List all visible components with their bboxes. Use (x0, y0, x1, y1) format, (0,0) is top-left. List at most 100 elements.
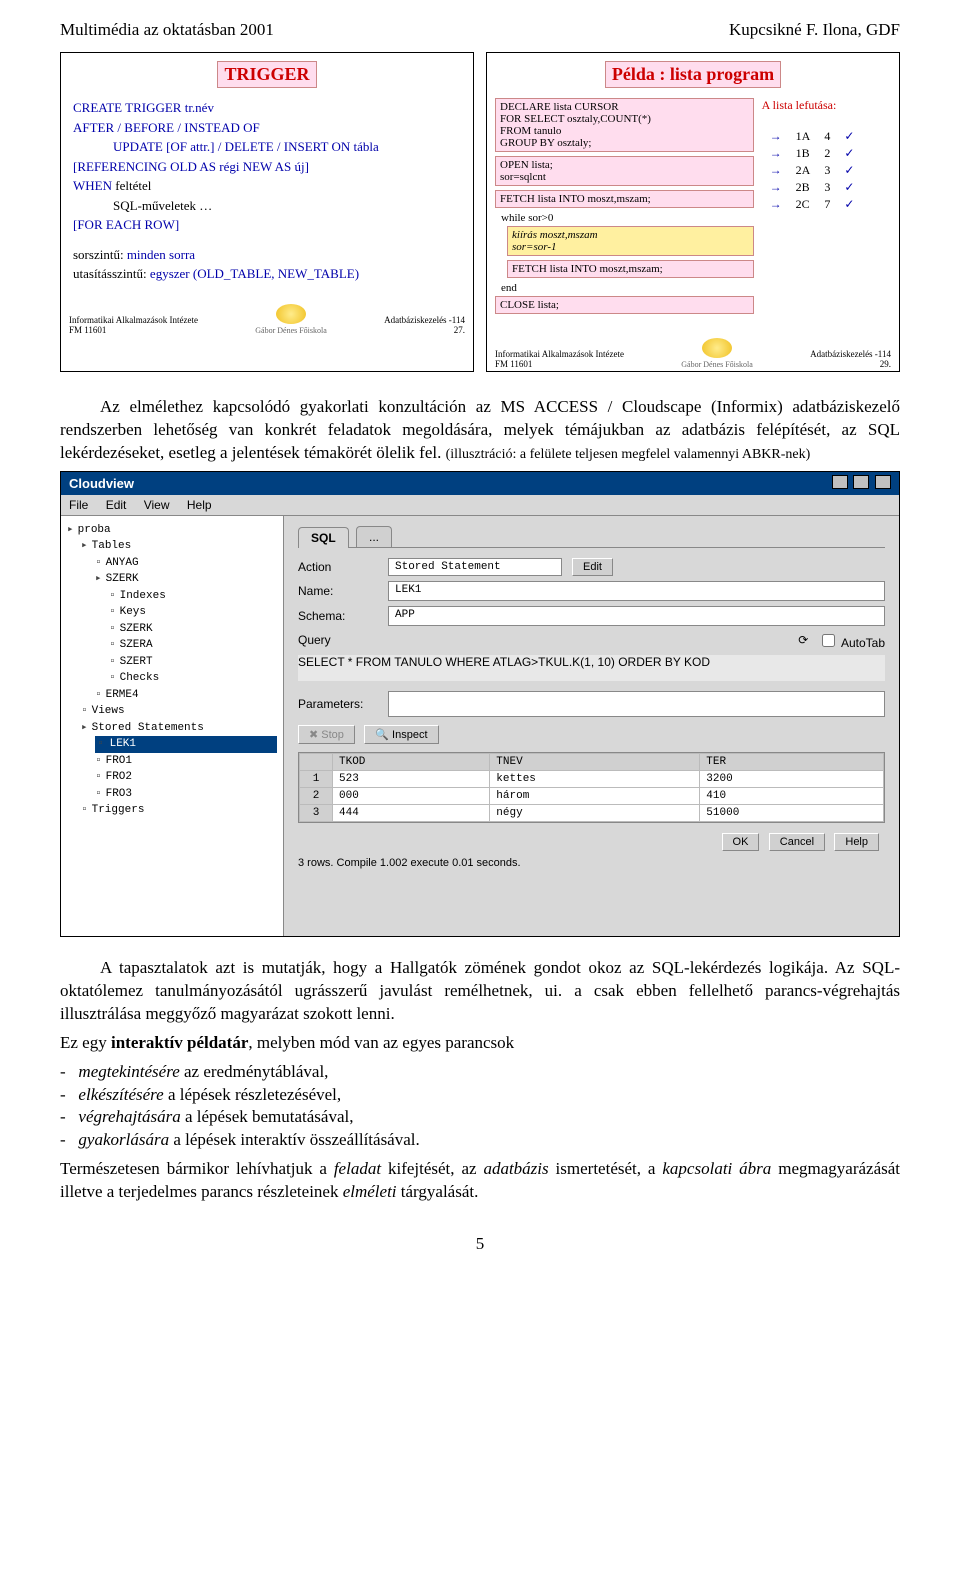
table-row[interactable]: 3444négy51000 (300, 804, 884, 821)
tree-node[interactable]: FRO1 (95, 753, 277, 770)
s2-c2: OPEN lista; sor=sqlcnt (495, 156, 754, 186)
action-label: Action (298, 560, 388, 574)
s2-r4k: 2C (790, 197, 817, 212)
s1-footm: Gábor Dénes Főiskola (255, 326, 327, 335)
check-icon: ✓ (838, 180, 860, 195)
gdf-logo-icon (276, 304, 306, 324)
s1-footr1: Adatbáziskezelés -114 (384, 315, 465, 325)
inspect-label: Inspect (392, 729, 427, 741)
slide1-title: TRIGGER (217, 61, 316, 88)
p4b: feladat (334, 1159, 381, 1178)
slide2-title: Példa : lista program (605, 61, 781, 88)
s2-c3: FETCH lista INTO moszt,mszam; (495, 190, 754, 208)
tree-node[interactable]: Tables (81, 538, 277, 555)
list-item: - megtekintésére az eredménytáblával, (60, 1061, 900, 1084)
list-item: - gyakorlására a lépések interaktív össz… (60, 1129, 900, 1152)
tree-node[interactable]: FRO3 (95, 786, 277, 803)
tree-node[interactable]: Indexes (109, 588, 277, 605)
table-row[interactable]: 1523kettes3200 (300, 770, 884, 787)
s2-r4v: 7 (818, 197, 836, 212)
tree-node[interactable]: Checks (109, 670, 277, 687)
tree-node[interactable]: Keys (109, 604, 277, 621)
s2-footr1: Adatbáziskezelés -114 (810, 349, 891, 359)
slide2-code: DECLARE lista CURSOR FOR SELECT osztaly,… (495, 98, 754, 318)
tree-node[interactable]: SZERA (109, 637, 277, 654)
s2-footr2: 29. (810, 359, 891, 369)
cell: 1 (300, 770, 333, 787)
window-buttons (830, 475, 891, 492)
tree-node[interactable]: SZERK (109, 621, 277, 638)
arrow-icon: → (764, 197, 788, 212)
header-right: Kupcsikné F. Ilona, GDF (729, 20, 900, 40)
cancel-button[interactable]: Cancel (769, 833, 825, 851)
menu-view[interactable]: View (144, 498, 170, 512)
params-field[interactable] (388, 691, 885, 717)
tree-node[interactable]: Views (81, 703, 277, 720)
p3c: , melyben mód van az egyes parancsok (248, 1033, 514, 1052)
ok-button[interactable]: OK (722, 833, 760, 851)
tree-node[interactable]: Triggers (81, 802, 277, 819)
arrow-icon: → (764, 146, 788, 161)
grid-col-2[interactable]: TNEV (490, 753, 700, 770)
tab-sql[interactable]: SQL (298, 527, 349, 548)
p3b: interaktív példatár (111, 1033, 248, 1052)
tree-node[interactable]: Stored Statements (81, 720, 277, 737)
tree-node[interactable]: SZERT (109, 654, 277, 671)
s2-footl1: Informatikai Alkalmazások Intézete (495, 349, 624, 359)
grid-col-1[interactable]: TKOD (333, 753, 490, 770)
inspect-button[interactable]: 🔍 Inspect (364, 725, 438, 744)
check-icon: ✓ (838, 146, 860, 161)
minimize-icon[interactable] (832, 475, 848, 489)
grid-col-3[interactable]: TER (700, 753, 884, 770)
slide2-foot-right: Adatbáziskezelés -114 29. (810, 349, 891, 369)
query-text[interactable]: SELECT * FROM TANULO WHERE ATLAG>TKUL.K(… (298, 655, 885, 681)
cell: 410 (700, 787, 884, 804)
query-label: Query (298, 633, 388, 647)
name-field[interactable]: LEK1 (388, 581, 885, 601)
slide2-foot-mid: Gábor Dénes Főiskola (681, 338, 753, 369)
menu-help[interactable]: Help (187, 498, 212, 512)
cell: 000 (333, 787, 490, 804)
cell: három (490, 787, 700, 804)
tree-node[interactable]: ANYAG (95, 555, 277, 572)
slide2-result: A lista lefutása: →1A4✓ →1B2✓ →2A3✓ →2B3… (762, 98, 891, 318)
close-icon[interactable] (875, 475, 891, 489)
p4i: tárgyalását. (397, 1182, 479, 1201)
status-line: 3 rows. Compile 1.002 execute 0.01 secon… (298, 857, 885, 869)
s1-footl2: FM 11601 (69, 325, 198, 335)
tree-node[interactable]: LEK1 (95, 736, 277, 753)
name-label: Name: (298, 584, 388, 598)
tree-panel[interactable]: probaTablesANYAGSZERKIndexesKeysSZERKSZE… (61, 516, 284, 936)
slide1-footer: Informatikai Alkalmazások Intézete FM 11… (69, 304, 465, 335)
tree-node[interactable]: proba (67, 522, 277, 539)
tree-node[interactable]: SZERK (95, 571, 277, 588)
s1-l5b: feltétel (115, 178, 151, 193)
edit-button[interactable]: Edit (572, 558, 613, 576)
s1-l6: SQL-műveletek … (113, 196, 465, 216)
table-row[interactable]: 2000három410 (300, 787, 884, 804)
para1: Az elmélethez kapcsolódó gyakorlati konz… (60, 396, 900, 465)
help-button[interactable]: Help (834, 833, 879, 851)
s2-r0v: 4 (818, 129, 836, 144)
refresh-icon[interactable]: ⟳ (798, 633, 808, 647)
stop-button[interactable]: ✖ Stop (298, 725, 355, 744)
slide-trigger: TRIGGER CREATE TRIGGER tr.név AFTER / BE… (60, 52, 474, 372)
slide1-foot-right: Adatbáziskezelés -114 27. (384, 315, 465, 335)
result-grid[interactable]: TKOD TNEV TER 1523kettes3200 2000három41… (298, 752, 885, 823)
menu-file[interactable]: File (69, 498, 88, 512)
cell: 444 (333, 804, 490, 821)
para2-text: A tapasztalatok azt is mutatják, hogy a … (60, 958, 900, 1023)
menu-bar[interactable]: File Edit View Help (61, 495, 899, 516)
tree-node[interactable]: FRO2 (95, 769, 277, 786)
action-combo[interactable]: Stored Statement (388, 558, 562, 576)
tab-bar: SQL ... (298, 526, 885, 548)
autotab-checkbox[interactable] (822, 634, 835, 647)
schema-field[interactable]: APP (388, 606, 885, 626)
tree-node[interactable]: ERME4 (95, 687, 277, 704)
tab-other[interactable]: ... (356, 526, 392, 547)
s1-l1: CREATE TRIGGER tr.név (73, 98, 465, 118)
menu-edit[interactable]: Edit (106, 498, 127, 512)
s1-l8a: sorszintű: (73, 247, 127, 262)
maximize-icon[interactable] (853, 475, 869, 489)
cell: 523 (333, 770, 490, 787)
